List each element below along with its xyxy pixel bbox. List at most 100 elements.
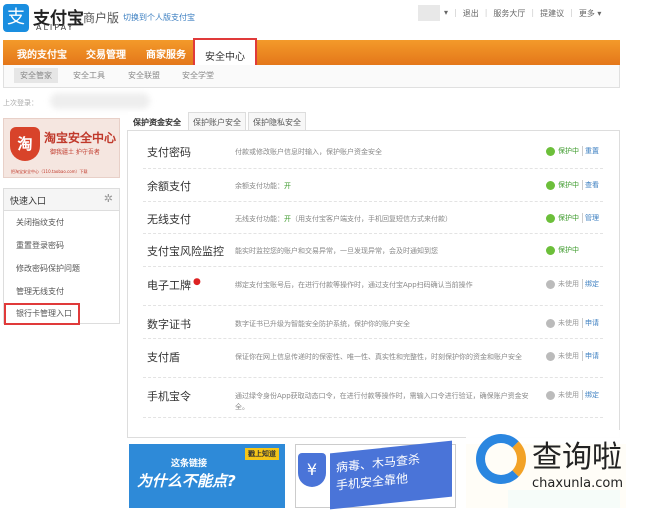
status-off-icon xyxy=(546,351,555,361)
switch-personal-link[interactable]: 切换到个人版支付宝 xyxy=(123,12,195,23)
status-off-icon xyxy=(546,279,555,289)
security-row: 余额支付 余额支付功能：开 保护中 查看 xyxy=(143,169,603,202)
status-off-icon xyxy=(546,318,555,328)
quick-item[interactable]: 修改密码保护问题 xyxy=(4,257,119,280)
more-link[interactable]: 更多 ▾ xyxy=(579,8,602,19)
row-status: 未使用 绑定 xyxy=(546,390,599,400)
search-logo-icon xyxy=(476,434,526,484)
security-tabs: 保护资金安全 保护账户安全 保护隐私安全 xyxy=(128,112,306,131)
banner-footer: 把淘宝安全中心（110.taobao.com）下载 xyxy=(11,169,88,174)
edition-label: 商户版 xyxy=(83,11,120,25)
ad1-top: 这条链接 xyxy=(171,459,208,469)
banner-title: 淘宝安全中心 xyxy=(44,131,117,145)
yen-shield-icon: ¥ xyxy=(298,453,326,487)
row-action-link[interactable]: 申请 xyxy=(582,351,599,361)
logout-link[interactable]: 退出 xyxy=(463,8,479,19)
security-panel: 支付密码 付款或修改账户信息时输入，保护账户资金安全 保护中 重置 余额支付 余额支付功能… xyxy=(127,130,620,438)
taobao-security-banner[interactable]: 淘 淘宝安全中心 御我疆土 护守吾者 把淘宝安全中心（110.taobao.co… xyxy=(3,118,120,178)
row-on-state: 开 xyxy=(284,182,291,190)
ad1-main: 为什么不能点? xyxy=(137,472,236,490)
tab-fund-security[interactable]: 保护资金安全 xyxy=(128,112,186,131)
sub-nav: 安全管家 安全工具 安全联盟 安全学堂 xyxy=(3,65,620,88)
banner-subtitle: 御我疆土 护守吾者 xyxy=(50,149,100,156)
row-status: 保护中 查看 xyxy=(546,180,599,190)
row-name: 余额支付 xyxy=(147,180,191,193)
feedback-link[interactable]: 提建议 xyxy=(540,8,564,19)
status-on-icon xyxy=(546,245,555,255)
top-links: ▾ | 退出 | 服务大厅 | 提建议 | 更多 ▾ xyxy=(444,8,602,19)
alipay-logo-icon: 支 xyxy=(3,4,29,32)
quick-entry-title: 快速入口 xyxy=(10,197,47,207)
security-row: 电子工牌 ● 绑定支付宝账号后，在进行付款等操作时，通过支付宝App扫码确认当前操作… xyxy=(143,267,603,306)
ad1-badge: 戳上知道 xyxy=(245,448,279,460)
row-desc: 绑定支付宝账号后，在进行付款等操作时，通过支付宝App扫码确认当前操作 xyxy=(235,281,473,289)
security-row: 支付密码 付款或修改账户信息时输入，保护账户资金安全 保护中 重置 xyxy=(143,135,603,169)
row-name: 支付盾 xyxy=(147,351,180,364)
row-desc: 无线支付功能：开（用支付宝客户端支付，手机回复短信方式来付款） xyxy=(235,215,452,223)
quick-item-bank-card[interactable]: 银行卡管理入口 xyxy=(4,303,80,325)
row-status: 未使用 申请 xyxy=(546,318,599,328)
row-action-link[interactable]: 重置 xyxy=(582,146,599,156)
row-name: 支付宝风险监控 xyxy=(147,245,224,258)
status-on-icon xyxy=(546,213,555,223)
row-name: 支付密码 xyxy=(147,146,191,159)
row-status: 未使用 绑定 xyxy=(546,279,599,289)
row-desc: 余额支付功能：开 xyxy=(235,182,291,190)
ad-phone-security[interactable]: ¥ 病毒、木马查杀 手机安全靠他 xyxy=(295,440,456,510)
tab-account-security[interactable]: 保护账户安全 xyxy=(188,112,246,131)
watermark: 查询啦 chaxunla.com xyxy=(466,430,647,515)
row-desc: 付款或修改账户信息时输入，保护账户资金安全 xyxy=(235,148,382,156)
status-off-icon xyxy=(546,390,555,400)
row-action-link[interactable]: 申请 xyxy=(582,318,599,328)
watermark-en: chaxunla.com xyxy=(532,476,623,491)
service-hall-link[interactable]: 服务大厅 xyxy=(493,8,525,19)
row-name: 数字证书 xyxy=(147,318,191,331)
shield-icon: 淘 xyxy=(10,127,40,161)
security-row: 支付宝风险监控 能实时监控您的账户和交易异常，一旦发现异常，会及时通知到您 保护中 xyxy=(143,234,603,267)
tab-privacy-security[interactable]: 保护隐私安全 xyxy=(248,112,306,131)
logo-sub: ALIPAY xyxy=(36,23,75,32)
last-login: 上次登录： xyxy=(3,99,38,107)
row-status: 未使用 申请 xyxy=(546,351,599,361)
user-avatar[interactable] xyxy=(418,5,440,21)
row-action-link[interactable]: 管理 xyxy=(582,213,599,223)
watermark-cn: 查询啦 xyxy=(532,440,622,475)
row-action-link[interactable]: 绑定 xyxy=(582,390,599,400)
user-dropdown-icon[interactable]: ▾ xyxy=(444,8,448,19)
row-status: 保护中 xyxy=(546,245,579,255)
security-row: 数字证书 数字证书已升级为智能安全防护系统，保护你的账户安全 未使用 申请 xyxy=(143,306,603,339)
quick-item[interactable]: 关闭指纹支付 xyxy=(4,211,119,234)
quick-entry-panel: 快速入口 ✲ 关闭指纹支付 重置登录密码 修改密码保护问题 管理无线支付 银行卡管… xyxy=(3,188,120,325)
row-action-link[interactable]: 绑定 xyxy=(582,279,599,289)
main-nav: 我的支付宝 交易管理 商家服务 xyxy=(3,40,620,65)
row-on-state: 开 xyxy=(284,215,291,223)
row-name: 电子工牌 xyxy=(147,279,191,292)
row-desc: 能实时监控您的账户和交易异常，一旦发现异常，会及时通知到您 xyxy=(235,247,438,255)
row-desc: 保证你在网上信息传递时的保密性、唯一性、真实性和完整性，时刻保护你的资金和账户安… xyxy=(235,353,522,361)
quick-item[interactable]: 管理无线支付 xyxy=(4,280,119,303)
row-status: 保护中 管理 xyxy=(546,213,599,223)
subnav-security-school[interactable]: 安全学堂 xyxy=(182,70,214,81)
row-desc: 通过绿令身份App获取动态口令，在进行付款等操作时，需输入口令进行验证，确保账户… xyxy=(235,392,529,411)
subnav-security-alliance[interactable]: 安全联盟 xyxy=(128,70,160,81)
subnav-security-manager[interactable]: 安全管家 xyxy=(14,68,58,83)
quick-item[interactable]: 重置登录密码 xyxy=(4,234,119,257)
new-dot-icon: ● xyxy=(193,277,201,287)
security-row: 手机宝令 通过绿令身份App获取动态口令，在进行付款等操作时，需输入口令进行验证，… xyxy=(143,378,603,418)
row-desc: 数字证书已升级为智能安全防护系统，保护你的账户安全 xyxy=(235,320,410,328)
security-row: 支付盾 保证你在网上信息传递时的保密性、唯一性、真实性和完整性，时刻保护你的资金和… xyxy=(143,339,603,378)
nav-my-alipay[interactable]: 我的支付宝 xyxy=(17,46,67,61)
status-on-icon xyxy=(546,180,555,190)
subnav-security-tools[interactable]: 安全工具 xyxy=(73,70,105,81)
security-row: 无线支付 无线支付功能：开（用支付宝客户端支付，手机回复短信方式来付款） 保护中 管理 xyxy=(143,202,603,234)
row-name: 手机宝令 xyxy=(147,390,191,403)
status-on-icon xyxy=(546,146,555,156)
redacted-info xyxy=(50,93,150,109)
nav-trade[interactable]: 交易管理 xyxy=(86,46,126,61)
row-name: 无线支付 xyxy=(147,213,191,226)
row-status: 保护中 重置 xyxy=(546,146,599,156)
gear-icon[interactable]: ✲ xyxy=(104,192,113,205)
ad-banner-link[interactable]: 这条链接 为什么不能点? 戳上知道 xyxy=(129,444,285,508)
nav-merchant[interactable]: 商家服务 xyxy=(146,46,186,61)
row-action-link[interactable]: 查看 xyxy=(582,180,599,190)
